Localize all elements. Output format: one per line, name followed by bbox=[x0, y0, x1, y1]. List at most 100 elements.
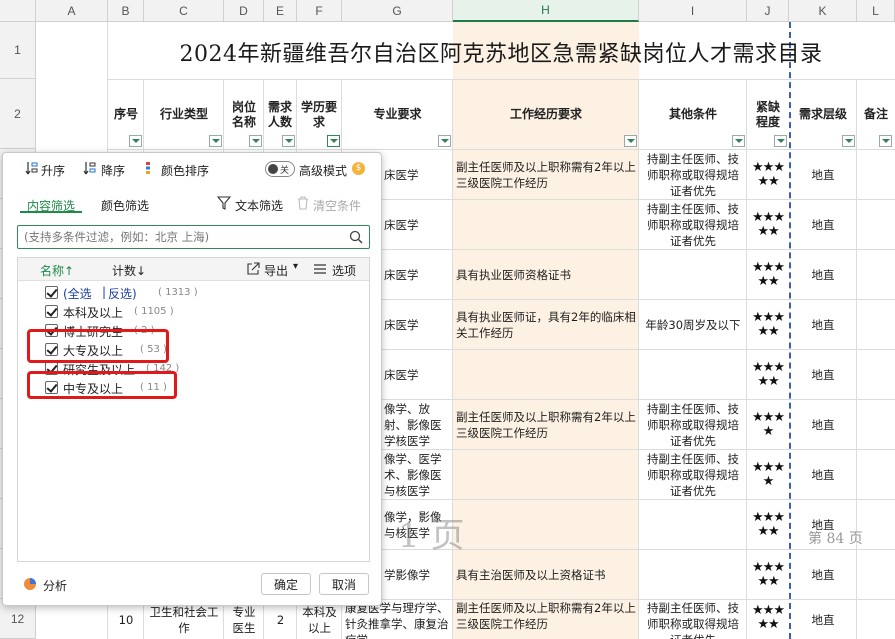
cell-experience[interactable] bbox=[453, 500, 639, 549]
column-header-e[interactable]: E bbox=[264, 0, 297, 22]
cell-other[interactable] bbox=[639, 500, 747, 549]
cell-urgency[interactable]: ★★★ ★★ bbox=[747, 600, 789, 639]
header-other[interactable]: 其他条件 bbox=[639, 80, 747, 149]
cell-experience[interactable]: 副主任医师及以上职称需有2年以上三级医院工作经历 bbox=[453, 400, 639, 449]
cell-level[interactable]: 地直 bbox=[789, 600, 857, 639]
cell-major[interactable]: 学影像学 bbox=[381, 550, 452, 599]
cell-urgency[interactable]: ★★★ ★★ bbox=[747, 500, 789, 549]
cell-other[interactable] bbox=[639, 250, 747, 299]
export-button[interactable]: 导出 ▾ bbox=[246, 260, 306, 278]
cell-major[interactable]: 床医学 bbox=[381, 150, 452, 199]
cell-experience[interactable] bbox=[453, 200, 639, 249]
cell-major[interactable]: 床医学 bbox=[381, 350, 452, 399]
cell-other[interactable]: 持副主任医师、技师职称或取得规培证者优先 bbox=[639, 450, 747, 499]
cell-other[interactable]: 持副主任医师、技师职称或取得规培证者优先 bbox=[639, 600, 747, 639]
select-all-corner[interactable] bbox=[0, 0, 36, 22]
cell-other[interactable] bbox=[639, 550, 747, 599]
color-sort-button[interactable]: 颜色排序 bbox=[143, 159, 223, 179]
cell-urgency[interactable]: ★★★ ★ bbox=[747, 450, 789, 499]
column-header-d[interactable]: D bbox=[224, 0, 264, 22]
cell-level[interactable]: 地直 bbox=[789, 400, 857, 449]
cell-major[interactable]: 床医学 bbox=[381, 300, 452, 349]
ok-button[interactable]: 确定 bbox=[261, 573, 311, 595]
filter-dropdown-industry[interactable] bbox=[209, 135, 222, 147]
column-header-k[interactable]: K bbox=[789, 0, 857, 22]
header-experience[interactable]: 工作经历要求 bbox=[453, 80, 639, 149]
filter-dropdown-urgency[interactable] bbox=[774, 135, 787, 147]
cell-other[interactable]: 持副主任医师、技师职称或取得规培证者优先 bbox=[639, 200, 747, 249]
advanced-mode-toggle[interactable]: 关 bbox=[265, 161, 295, 177]
cell-major[interactable]: 像学、医学术、影像医与核医学 bbox=[381, 450, 452, 499]
cell-level[interactable]: 地直 bbox=[789, 350, 857, 399]
sheet-title[interactable]: 2024年新疆维吾尔自治区阿克苏地区急需紧缺岗位人才需求目录 bbox=[108, 24, 894, 79]
text-filter-button[interactable]: 文本筛选 bbox=[215, 193, 291, 213]
sort-by-count-button[interactable]: 计数↓ bbox=[112, 262, 146, 279]
cell-other[interactable] bbox=[639, 350, 747, 399]
tab-color-filter[interactable]: 颜色筛选 bbox=[101, 197, 149, 214]
cell-experience[interactable]: 副主任医师及以上职称需有2年以上三级医院工作经历 bbox=[453, 150, 639, 199]
cell-urgency[interactable]: ★★★ ★★ bbox=[747, 550, 789, 599]
cell-level[interactable]: 地直 bbox=[789, 200, 857, 249]
cell-urgency[interactable]: ★★★ ★ bbox=[747, 400, 789, 449]
sort-descending-button[interactable]: 降序 bbox=[79, 159, 135, 179]
filter-dropdown-major[interactable] bbox=[438, 135, 451, 147]
column-header-j[interactable]: J bbox=[747, 0, 789, 22]
cell-urgency[interactable]: ★★★ ★★ bbox=[747, 200, 789, 249]
header-major[interactable]: 专业要求 bbox=[342, 80, 453, 149]
cell-other[interactable]: 年龄30周岁及以下 bbox=[639, 300, 747, 349]
cell-experience[interactable]: 副主任医师及以上职称需有2年以上三级医院工作经历 bbox=[453, 600, 639, 639]
column-header-b[interactable]: B bbox=[108, 0, 144, 22]
list-item[interactable]: 本科及以上 ( 1105 ) bbox=[18, 303, 358, 321]
cell-level[interactable]: 地直 bbox=[789, 550, 857, 599]
filter-dropdown-education[interactable] bbox=[327, 135, 340, 147]
cell-other[interactable]: 持副主任医师、技师职称或取得规培证者优先 bbox=[639, 150, 747, 199]
filter-dropdown-other[interactable] bbox=[732, 135, 745, 147]
column-header-f[interactable]: F bbox=[297, 0, 342, 22]
cell-major[interactable]: 像学、放射、影像医学核医学 bbox=[381, 400, 452, 449]
filter-search-input[interactable] bbox=[24, 230, 344, 244]
filter-dropdown-seq[interactable] bbox=[129, 135, 142, 147]
filter-dropdown-position[interactable] bbox=[249, 135, 262, 147]
list-item-select-all[interactable]: (全选 | 反选) ( 1313 ) bbox=[18, 284, 358, 302]
filter-dropdown-level[interactable] bbox=[842, 135, 855, 147]
filter-dropdown-experience[interactable] bbox=[624, 135, 637, 147]
cell-level[interactable]: 地直 bbox=[789, 150, 857, 199]
filter-dropdown-count[interactable] bbox=[282, 135, 295, 147]
cell-experience[interactable]: 具有执业医师资格证书 bbox=[453, 250, 639, 299]
cancel-button[interactable]: 取消 bbox=[319, 573, 369, 595]
cell-urgency[interactable]: ★★★ ★★ bbox=[747, 350, 789, 399]
checkbox[interactable] bbox=[45, 286, 58, 299]
column-header-a[interactable]: A bbox=[36, 0, 108, 22]
column-header-i[interactable]: I bbox=[639, 0, 747, 22]
cell-major[interactable]: 床医学 bbox=[381, 200, 452, 249]
cell-urgency[interactable]: ★★★ ★★ bbox=[747, 150, 789, 199]
cell-major[interactable]: 床医学 bbox=[381, 250, 452, 299]
cell-level[interactable]: 地直 bbox=[789, 450, 857, 499]
row-header-1[interactable]: 1 bbox=[0, 22, 36, 79]
column-header-h[interactable]: H bbox=[453, 0, 639, 22]
invert-selection-link[interactable]: 反选) bbox=[108, 285, 137, 302]
sort-ascending-button[interactable]: 升序 bbox=[17, 159, 73, 179]
cell-other[interactable]: 持副主任医师、技师职称或取得规培证者优先 bbox=[639, 400, 747, 449]
filter-search-box[interactable] bbox=[17, 225, 370, 249]
cell-experience[interactable]: 具有主治医师及以上资格证书 bbox=[453, 550, 639, 599]
cell-experience[interactable] bbox=[453, 350, 639, 399]
options-button[interactable]: 选项 bbox=[314, 260, 366, 278]
cell-urgency[interactable]: ★★★ ★★ bbox=[747, 250, 789, 299]
search-icon[interactable] bbox=[349, 230, 363, 244]
cell-level[interactable]: 地直 bbox=[789, 300, 857, 349]
cell-level[interactable]: 地直 bbox=[789, 250, 857, 299]
row-header-2[interactable]: 2 bbox=[0, 79, 36, 149]
sort-by-name-button[interactable]: 名称↑ bbox=[40, 262, 74, 279]
column-header-c[interactable]: C bbox=[144, 0, 224, 22]
analysis-button[interactable]: 分析 bbox=[23, 574, 83, 594]
select-all-link[interactable]: (全选 bbox=[63, 285, 92, 302]
column-header-g[interactable]: G bbox=[342, 0, 453, 22]
cell-experience[interactable]: 具有执业医师证，具有2年的临床相关工作经历 bbox=[453, 300, 639, 349]
checkbox[interactable] bbox=[45, 305, 58, 318]
clear-conditions-button[interactable]: 清空条件 bbox=[295, 193, 373, 213]
filter-dropdown-note[interactable] bbox=[879, 135, 892, 147]
cell-experience[interactable] bbox=[453, 450, 639, 499]
cell-urgency[interactable]: ★★★ ★★ bbox=[747, 300, 789, 349]
column-header-l[interactable]: L bbox=[857, 0, 895, 22]
